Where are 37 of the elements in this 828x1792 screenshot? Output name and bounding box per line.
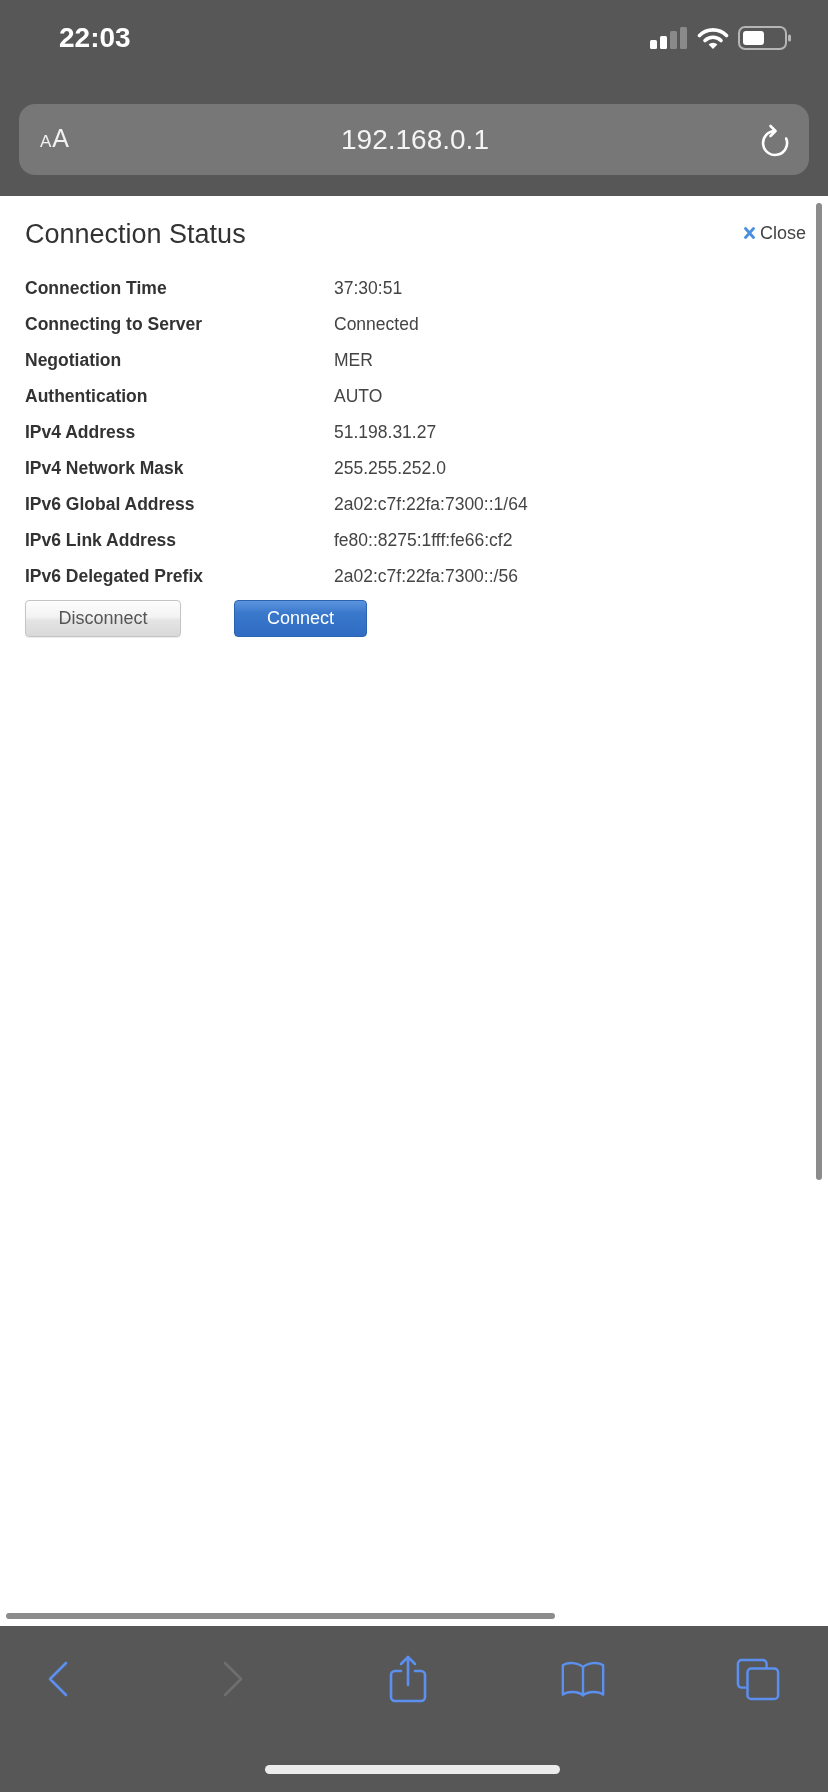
field-value: fe80::8275:1fff:fe66:cf2 [334,529,514,551]
address-bar[interactable]: AA 192.168.0.1 [19,104,809,175]
field-label: IPv6 Global Address [25,493,196,515]
field-value: AUTO [334,385,384,407]
close-icon [743,226,755,239]
tabs-icon[interactable] [736,1656,780,1702]
horizontal-scrollbar[interactable] [6,1613,555,1619]
field-value: Connected [334,313,420,335]
field-value: 2a02:c7f:22fa:7300::/56 [334,565,519,587]
reload-icon[interactable] [760,122,790,157]
field-label: IPv6 Link Address [25,529,178,551]
text-size-button[interactable]: AA [40,122,71,157]
status-time: 22:03 [59,21,131,55]
field-value: 255.255.252.0 [334,457,447,479]
signal-icon [650,27,688,49]
page-title: Connection Status [25,218,246,251]
disconnect-button[interactable]: Disconnect [25,600,181,637]
url-text: 192.168.0.1 [341,122,489,157]
wifi-icon [697,26,729,50]
field-label: Connecting to Server [25,313,203,335]
field-label: IPv4 Address [25,421,137,443]
connect-button[interactable]: Connect [234,600,367,637]
field-value: 2a02:c7f:22fa:7300::1/64 [334,493,529,515]
back-icon[interactable] [48,1661,68,1697]
vertical-scrollbar[interactable] [816,203,822,1180]
share-icon[interactable] [389,1655,427,1703]
battery-icon [738,26,792,50]
book-icon[interactable] [561,1659,605,1699]
field-label: Connection Time [25,277,168,299]
close-button[interactable]: Close [743,221,806,244]
field-value: 51.198.31.27 [334,421,438,443]
field-value: 37:30:51 [334,277,404,299]
field-label: Negotiation [25,349,123,371]
field-label: IPv6 Delegated Prefix [25,565,204,587]
field-label: IPv4 Network Mask [25,457,185,479]
field-label: Authentication [25,385,149,407]
field-value: MER [334,349,374,371]
